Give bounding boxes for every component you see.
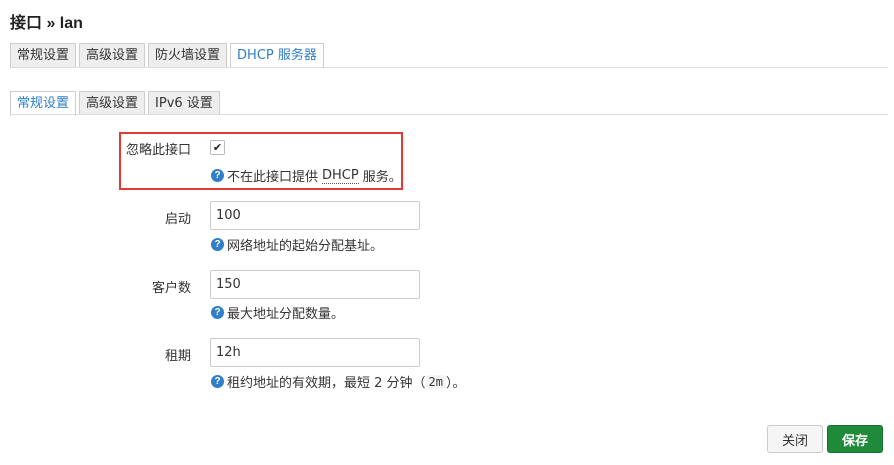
sub-tabs-divider bbox=[10, 114, 888, 115]
ignore-interface-help: ? 不在此接口提供 DHCP 服务。 bbox=[211, 166, 402, 185]
question-circle-icon: ? bbox=[211, 306, 224, 319]
top-tabs-divider bbox=[10, 67, 888, 68]
page-title: 接口 » lan bbox=[10, 15, 83, 32]
limit-help: ? 最大地址分配数量。 bbox=[211, 303, 344, 322]
tab-dhcp-server[interactable]: DHCP 服务器 bbox=[230, 43, 324, 68]
lease-help: ? 租约地址的有效期，最短 2 分钟（ 2m ）。 bbox=[211, 372, 466, 391]
subtab-general-settings[interactable]: 常规设置 bbox=[10, 91, 77, 116]
start-help: ? 网络地址的起始分配基址。 bbox=[211, 235, 383, 254]
ignore-interface-checkbox[interactable]: ✔ bbox=[210, 140, 225, 155]
lease-help-code: 2m bbox=[425, 374, 446, 389]
tab-general-settings[interactable]: 常规设置 bbox=[10, 43, 77, 67]
lease-input[interactable] bbox=[210, 338, 420, 367]
tab-firewall-settings[interactable]: 防火墙设置 bbox=[148, 43, 228, 67]
tab-advanced-settings[interactable]: 高级设置 bbox=[79, 43, 146, 67]
checkmark-icon: ✔ bbox=[212, 141, 223, 154]
close-button[interactable]: 关闭 bbox=[767, 425, 823, 453]
lease-help-prefix: 租约地址的有效期，最短 2 分钟（ bbox=[227, 376, 426, 391]
subtab-ipv6-settings[interactable]: IPv6 设置 bbox=[148, 91, 220, 115]
limit-input[interactable] bbox=[210, 270, 420, 299]
question-circle-icon: ? bbox=[211, 375, 224, 388]
subtab-advanced-settings[interactable]: 高级设置 bbox=[79, 91, 146, 115]
top-tabs: 常规设置 高级设置 防火墙设置 DHCP 服务器 bbox=[10, 43, 324, 68]
dhcp-abbr: DHCP bbox=[322, 167, 359, 184]
start-label: 启动 bbox=[164, 212, 191, 227]
start-help-text: 网络地址的起始分配基址。 bbox=[227, 239, 384, 254]
limit-help-text: 最大地址分配数量。 bbox=[227, 307, 345, 322]
lease-label: 租期 bbox=[164, 349, 191, 364]
ignore-interface-label: 忽略此接口 bbox=[125, 143, 191, 158]
question-circle-icon: ? bbox=[211, 169, 224, 182]
ignore-help-suffix: 服务。 bbox=[362, 170, 402, 185]
start-input[interactable] bbox=[210, 201, 420, 230]
ignore-help-prefix: 不在此接口提供 bbox=[227, 170, 319, 185]
sub-tabs: 常规设置 高级设置 IPv6 设置 bbox=[10, 91, 220, 116]
limit-label: 客户数 bbox=[151, 281, 191, 296]
lease-help-suffix: ）。 bbox=[446, 376, 466, 391]
question-circle-icon: ? bbox=[211, 238, 224, 251]
save-button[interactable]: 保存 bbox=[827, 425, 883, 453]
